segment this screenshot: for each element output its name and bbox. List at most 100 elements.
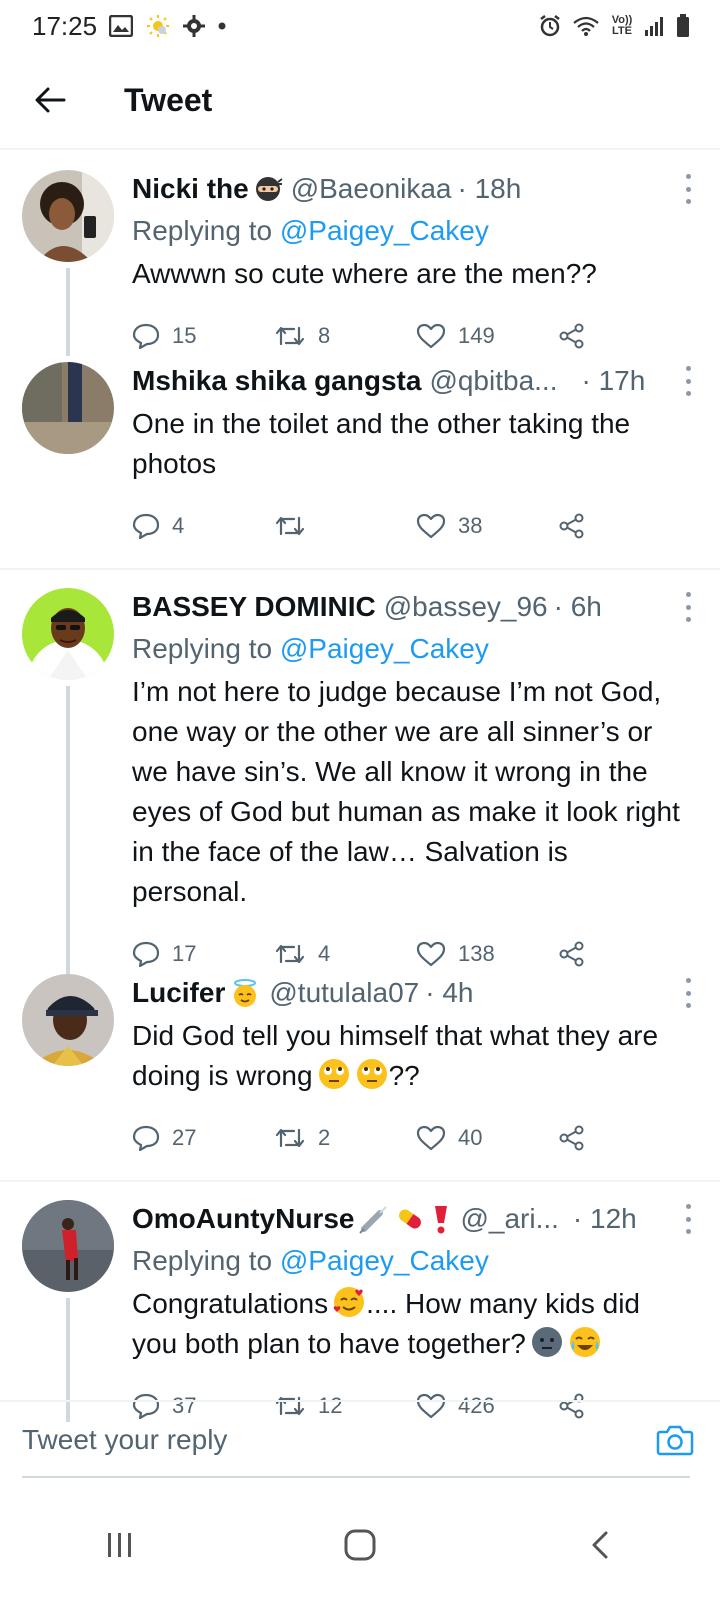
rolling-eyes-emoji-icon [317,1057,351,1091]
reply-button[interactable]: 17 [132,941,274,967]
replies-feed[interactable]: Nicki the @Baeonikaa · 18h Replying to @… [0,152,720,1428]
status-left: 17:25 [32,11,227,42]
tweet-text-suffix: ?? [388,1060,420,1091]
tears-of-joy-emoji-icon [568,1325,602,1359]
retweet-button[interactable]: 2 [274,1125,416,1151]
tweet-header: Mshika shika gangsta @qbitba... · 17h [132,362,692,400]
notification-dot-icon [217,21,227,31]
retweet-button[interactable] [274,514,416,538]
weather-sun-icon [145,13,171,39]
like-button[interactable]: 38 [416,513,558,539]
system-back-button[interactable] [560,1515,640,1575]
tweet-actions: 27 2 40 [132,1102,692,1174]
reply-button[interactable]: 4 [132,513,274,539]
reply-icon [132,513,160,539]
author-name[interactable]: OmoAuntyNurse [132,1203,354,1235]
tweet-item[interactable]: BASSEY DOMINIC @bassey_96 · 6h Replying … [0,570,720,974]
more-options-icon[interactable] [684,366,692,396]
tweet-time: · 12h [572,1203,637,1234]
avatar[interactable] [22,1200,114,1292]
like-button[interactable]: 149 [416,323,558,349]
more-options-icon[interactable] [684,174,692,204]
tweet-text-part-a: Congratulations [132,1288,329,1319]
rolling-eyes-emoji-icon [355,1057,389,1091]
tweet-header: Lucifer @tutulala07 · 4h [132,974,692,1012]
like-count: 138 [458,941,495,966]
tweet-body: BASSEY DOMINIC @bassey_96 · 6h Replying … [114,588,692,974]
reply-count: 15 [172,323,197,348]
share-icon [559,941,584,967]
app-header: Tweet [0,52,720,150]
avatar[interactable] [22,170,114,262]
retweet-icon [275,326,305,346]
status-right: Vo)) LTE [538,14,690,38]
retweet-count: 4 [318,941,331,966]
author-handle[interactable]: @tutulala07 [269,977,419,1009]
network-label: Vo)) LTE [611,14,633,37]
share-button[interactable] [558,940,586,968]
author-handle[interactable]: @_ari... [460,1203,558,1235]
retweet-button[interactable]: 4 [274,941,416,967]
avatar[interactable] [22,362,114,454]
author-handle[interactable]: @bassey_96 [384,591,548,623]
reply-button[interactable]: 15 [132,323,274,349]
replying-to-mention[interactable]: @Paigey_Cakey [280,633,489,664]
avatar-column [22,588,114,974]
more-options-icon[interactable] [684,1204,692,1234]
syringe-emoji-icon [358,1203,390,1235]
tweet-text-container: Congratulations.... How many kids did yo… [132,1284,692,1364]
status-time: 17:25 [32,10,98,41]
avatar-column [22,974,114,1174]
share-icon [559,1125,584,1151]
reply-icon [132,941,160,967]
tweet-item[interactable]: Mshika shika gangsta @qbitba... · 17h On… [0,356,720,562]
avatar-column [22,362,114,562]
reply-input[interactable]: Tweet your reply [22,1424,227,1456]
tweet-item[interactable]: OmoAuntyNurse @_ari... · 12h Replying to… [0,1182,720,1422]
pill-emoji-icon [394,1203,426,1235]
tweet-header: BASSEY DOMINIC @bassey_96 · 6h [132,588,692,626]
back-button[interactable] [20,70,80,130]
author-name[interactable]: Nicki the [132,173,249,205]
avatar[interactable] [22,974,114,1066]
more-options-icon[interactable] [684,592,692,622]
replying-to-label: Replying to [132,215,273,246]
replying-to: Replying to @Paigey_Cakey [132,212,692,250]
author-name[interactable]: Mshika shika gangsta [132,365,421,397]
tweet-item[interactable]: Lucifer @tutulala07 · 4h Did God tell yo… [0,974,720,1174]
like-button[interactable]: 40 [416,1125,558,1151]
recent-apps-button[interactable] [80,1515,160,1575]
retweet-icon [275,1128,305,1148]
like-button[interactable]: 138 [416,941,558,967]
angel-face-emoji-icon [229,977,261,1009]
retweet-button[interactable]: 8 [274,323,416,349]
replying-to-mention[interactable]: @Paigey_Cakey [280,1245,489,1276]
home-button[interactable] [320,1515,400,1575]
camera-button[interactable] [656,1423,694,1457]
replying-to-mention[interactable]: @Paigey_Cakey [280,215,489,246]
author-name[interactable]: BASSEY DOMINIC [132,591,376,623]
wifi-icon [572,15,600,37]
share-button[interactable] [558,322,586,350]
reply-composer[interactable]: Tweet your reply [0,1400,720,1478]
tweet-header: Nicki the @Baeonikaa · 18h [132,170,692,208]
camera-icon [656,1425,694,1456]
tweet-body: OmoAuntyNurse @_ari... · 12h Replying to… [114,1200,692,1422]
share-button[interactable] [558,1124,586,1152]
battery-icon [676,14,690,38]
neutral-face-emoji-icon [530,1325,564,1359]
replying-to-label: Replying to [132,1245,273,1276]
author-name[interactable]: Lucifer [132,977,225,1009]
share-button[interactable] [558,512,586,540]
reply-button[interactable]: 27 [132,1125,274,1151]
avatar[interactable] [22,588,114,680]
author-handle[interactable]: @Baeonikaa [291,173,452,205]
reply-count: 4 [172,513,185,538]
tweet-item[interactable]: Nicki the @Baeonikaa · 18h Replying to @… [0,152,720,356]
tweet-time: · 6h [553,591,602,622]
replying-to-label: Replying to [132,633,273,664]
more-options-icon[interactable] [684,978,692,1008]
author-handle[interactable]: @qbitba... [429,365,557,397]
recent-apps-icon [108,1533,131,1557]
signal-icon [644,15,666,37]
